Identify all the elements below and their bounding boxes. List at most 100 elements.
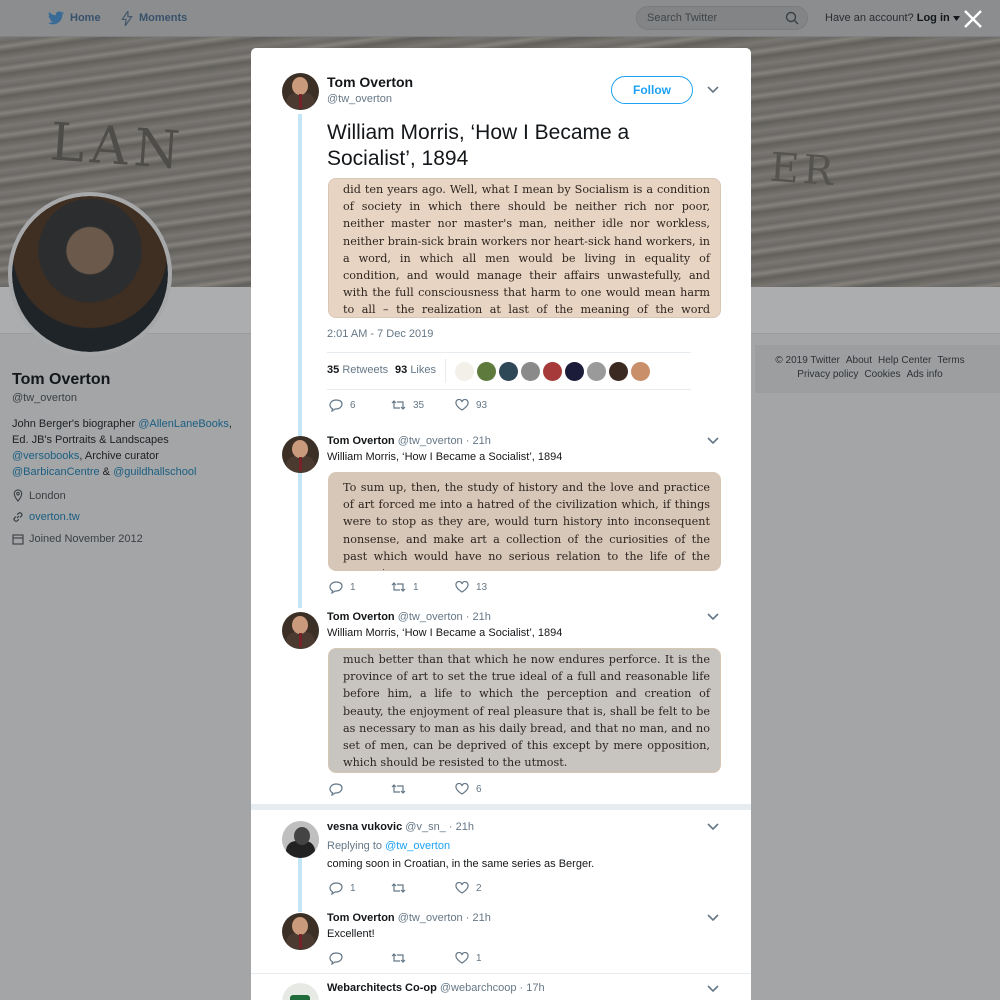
reply-button[interactable] [329, 952, 343, 965]
bio-text-4: & [99, 466, 114, 478]
bio-link-barbican[interactable]: @BarbicanCentre [12, 466, 100, 478]
chevron-down-icon[interactable] [707, 985, 719, 993]
avatar[interactable] [282, 983, 319, 1000]
caret-down-icon[interactable] [952, 16, 960, 21]
close-icon[interactable] [962, 8, 984, 30]
chevron-down-icon[interactable] [707, 613, 719, 621]
nav-home-label: Home [70, 12, 101, 24]
reply-time[interactable]: · 17h [520, 982, 545, 994]
retweet-button[interactable] [391, 882, 406, 894]
liker-avatar[interactable] [609, 362, 628, 381]
reply-button[interactable] [329, 783, 343, 796]
chevron-down-icon[interactable] [707, 823, 719, 831]
avatar[interactable] [282, 612, 319, 649]
follow-button[interactable]: Follow [611, 76, 693, 104]
retweet-icon [391, 582, 406, 592]
tweet-image-text: To sum up, then, the study of history an… [343, 481, 710, 570]
retweet-icon [391, 953, 406, 963]
location-text: London [29, 489, 66, 502]
like-button[interactable]: 6 [455, 783, 482, 795]
retweet-button[interactable] [391, 783, 406, 795]
reply-button[interactable]: 6 [329, 399, 356, 412]
banner-carving-left: LAN [48, 112, 188, 182]
footer-cookies[interactable]: Cookies [864, 369, 900, 380]
location-pin-icon [13, 489, 23, 502]
main-tweet-author-handle[interactable]: @tw_overton [327, 93, 392, 105]
like-button[interactable]: 2 [455, 882, 482, 894]
reply-header: Webarchitects Co-op @webarchcoop · 17h [327, 982, 545, 994]
retweet-stat[interactable]: 35 Retweets [327, 364, 388, 376]
chevron-down-icon[interactable] [707, 437, 719, 445]
nav-home[interactable]: Home [48, 0, 101, 36]
login-link[interactable]: Log in [917, 12, 950, 24]
avatar[interactable] [282, 73, 319, 110]
reply-time[interactable]: · 21h [449, 821, 474, 833]
liker-avatar[interactable] [631, 362, 650, 381]
tweet-text: William Morris, ‘How I Became a Socialis… [327, 627, 563, 639]
main-tweet-author-name[interactable]: Tom Overton [327, 74, 413, 90]
reply-author-handle[interactable]: @webarchcoop [440, 982, 517, 994]
reply-author-name[interactable]: Tom Overton [327, 912, 395, 924]
liker-avatar[interactable] [543, 362, 562, 381]
footer-about[interactable]: About [846, 355, 872, 366]
profile-location: London [12, 489, 66, 502]
reply-author-name[interactable]: vesna vukovic [327, 821, 402, 833]
footer-links: © 2019 Twitter About Help Center Terms Priv… [755, 354, 985, 382]
reply-button[interactable]: 1 [329, 882, 356, 895]
avatar[interactable] [282, 821, 319, 858]
replying-to-link[interactable]: @tw_overton [385, 840, 450, 852]
chevron-down-icon[interactable] [707, 86, 719, 94]
reply-button[interactable]: 1 [329, 581, 356, 594]
profile-name[interactable]: Tom Overton [12, 371, 110, 389]
footer-ads[interactable]: Ads info [907, 369, 943, 380]
bio-link-guildhall[interactable]: @guildhallschool [113, 466, 196, 478]
profile-avatar[interactable] [8, 192, 172, 356]
like-stat[interactable]: 93 Likes [395, 364, 436, 376]
tweet-image[interactable]: To sum up, then, the study of history an… [328, 472, 721, 571]
profile-avatar-image [12, 196, 168, 352]
liker-avatar[interactable] [455, 362, 474, 381]
like-button[interactable]: 1 [455, 952, 482, 964]
main-tweet-image[interactable]: did ten years ago. Well, what I mean by … [328, 178, 721, 318]
tweet-author-name[interactable]: Tom Overton [327, 435, 395, 447]
liker-avatar[interactable] [521, 362, 540, 381]
tweet-image[interactable]: much better than that which he now endur… [328, 648, 721, 773]
reply-author-handle[interactable]: @tw_overton [398, 912, 463, 924]
website-link[interactable]: overton.tw [29, 511, 80, 523]
reply-author-name[interactable]: Webarchitects Co-op [327, 982, 437, 994]
retweet-button[interactable] [391, 952, 406, 964]
liker-avatar[interactable] [565, 362, 584, 381]
bio-link-allenlane[interactable]: @AllenLaneBooks [138, 418, 229, 430]
like-button[interactable]: 93 [455, 399, 487, 411]
top-navigation-bar: Home Moments Search Twitter Have an acco… [0, 0, 1000, 37]
reply-header: Tom Overton @tw_overton · 21h [327, 912, 491, 924]
like-button[interactable]: 13 [455, 581, 487, 593]
avatar[interactable] [282, 436, 319, 473]
reply-time[interactable]: · 21h [466, 912, 491, 924]
heart-icon [455, 952, 469, 964]
profile-handle: @tw_overton [12, 392, 77, 404]
retweet-button[interactable]: 1 [391, 581, 419, 593]
main-tweet-timestamp[interactable]: 2:01 AM - 7 Dec 2019 [327, 328, 433, 340]
liker-avatar[interactable] [587, 362, 606, 381]
like-count: 6 [476, 783, 482, 795]
liker-avatar[interactable] [477, 362, 496, 381]
bio-link-verso[interactable]: @versobooks [12, 450, 79, 462]
search-input[interactable]: Search Twitter [636, 6, 808, 30]
reply-author-handle[interactable]: @v_sn_ [405, 821, 446, 833]
liker-avatar[interactable] [499, 362, 518, 381]
nav-moments[interactable]: Moments [121, 0, 187, 36]
tweet-author-name[interactable]: Tom Overton [327, 611, 395, 623]
footer-terms[interactable]: Terms [937, 355, 964, 366]
tweet-time[interactable]: · 21h [466, 435, 491, 447]
tweet-time[interactable]: · 21h [466, 611, 491, 623]
search-icon[interactable] [785, 11, 799, 25]
footer-privacy[interactable]: Privacy policy [797, 369, 858, 380]
footer-help[interactable]: Help Center [878, 355, 931, 366]
retweet-button[interactable]: 35 [391, 399, 424, 411]
chevron-down-icon[interactable] [707, 914, 719, 922]
reply-icon [329, 783, 343, 796]
tweet-author-handle[interactable]: @tw_overton [398, 435, 463, 447]
tweet-author-handle[interactable]: @tw_overton [398, 611, 463, 623]
avatar[interactable] [282, 913, 319, 950]
